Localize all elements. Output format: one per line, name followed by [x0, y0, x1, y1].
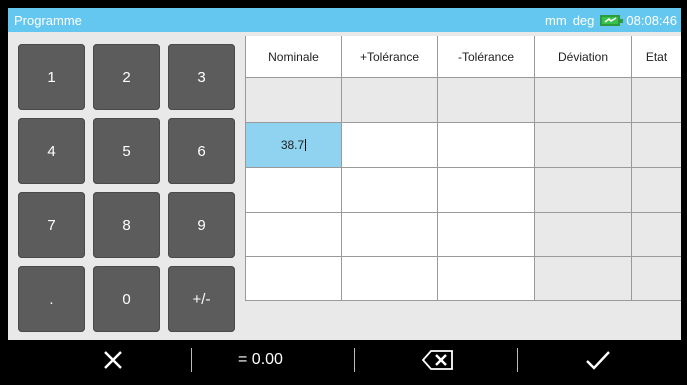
text-cursor	[305, 139, 307, 151]
key-5[interactable]: 5	[93, 118, 160, 184]
key-sign[interactable]: +/-	[168, 266, 235, 332]
key-2[interactable]: 2	[93, 44, 160, 110]
table-cell[interactable]	[245, 213, 342, 257]
table-cell	[535, 123, 632, 168]
table-cell[interactable]	[342, 213, 438, 257]
table-cell[interactable]	[342, 257, 438, 301]
table-cell	[535, 213, 632, 257]
table-cell[interactable]	[342, 78, 438, 123]
clock: 08:08:46	[626, 13, 677, 28]
backspace-icon	[422, 350, 453, 370]
result-display: = 0.00	[238, 351, 283, 368]
confirm-button[interactable]	[558, 340, 638, 380]
table-cell[interactable]	[438, 213, 535, 257]
key-0[interactable]: 0	[93, 266, 160, 332]
key-6[interactable]: 6	[168, 118, 235, 184]
table-cell[interactable]	[438, 257, 535, 301]
separator	[517, 348, 518, 372]
separator	[191, 348, 192, 372]
cancel-button[interactable]	[68, 340, 158, 380]
title-bar: Programme mm deg 08:08:46	[8, 8, 681, 32]
table-cell	[632, 257, 681, 301]
header-minus-tolerance: -Tolérance	[438, 36, 535, 78]
header-plus-tolerance: +Tolérance	[342, 36, 438, 78]
nominale-value: 38.7	[280, 138, 305, 152]
header-etat: Etat	[632, 36, 681, 78]
table-cell	[632, 78, 681, 123]
angle-label: deg	[572, 13, 595, 28]
table-cell[interactable]	[342, 168, 438, 213]
check-icon	[586, 351, 610, 370]
table-cell	[632, 123, 681, 168]
key-1[interactable]: 1	[18, 44, 85, 110]
key-decimal[interactable]: .	[18, 266, 85, 332]
table-cell[interactable]	[438, 123, 535, 168]
table-cell[interactable]	[438, 78, 535, 123]
backspace-button[interactable]	[398, 340, 478, 380]
close-icon	[104, 351, 122, 369]
table-cell[interactable]	[438, 168, 535, 213]
tolerance-table: Nominale +Tolérance -Tolérance Déviation…	[245, 36, 681, 301]
header-nominale: Nominale	[245, 36, 342, 78]
header-deviation: Déviation	[535, 36, 632, 78]
separator	[354, 348, 355, 372]
table-cell	[535, 257, 632, 301]
table-cell	[535, 78, 632, 123]
table-cell[interactable]	[245, 257, 342, 301]
key-3[interactable]: 3	[168, 44, 235, 110]
table-cell	[535, 168, 632, 213]
table-cell[interactable]	[245, 168, 342, 213]
key-4[interactable]: 4	[18, 118, 85, 184]
key-8[interactable]: 8	[93, 192, 160, 258]
screen-title: Programme	[14, 13, 82, 28]
units-label: mm	[545, 13, 567, 28]
nominale-input-active[interactable]: 38.7	[245, 123, 342, 168]
table-cell[interactable]	[342, 123, 438, 168]
status-area: mm deg 08:08:46	[545, 13, 677, 28]
screen: Programme mm deg 08:08:46 1 2 3 4 5 6 7 …	[8, 8, 681, 380]
key-7[interactable]: 7	[18, 192, 85, 258]
table-cell	[632, 213, 681, 257]
table-cell[interactable]	[245, 78, 342, 123]
key-9[interactable]: 9	[168, 192, 235, 258]
action-bar: = 0.00	[8, 340, 681, 380]
table-cell	[632, 168, 681, 213]
battery-icon	[600, 15, 624, 26]
